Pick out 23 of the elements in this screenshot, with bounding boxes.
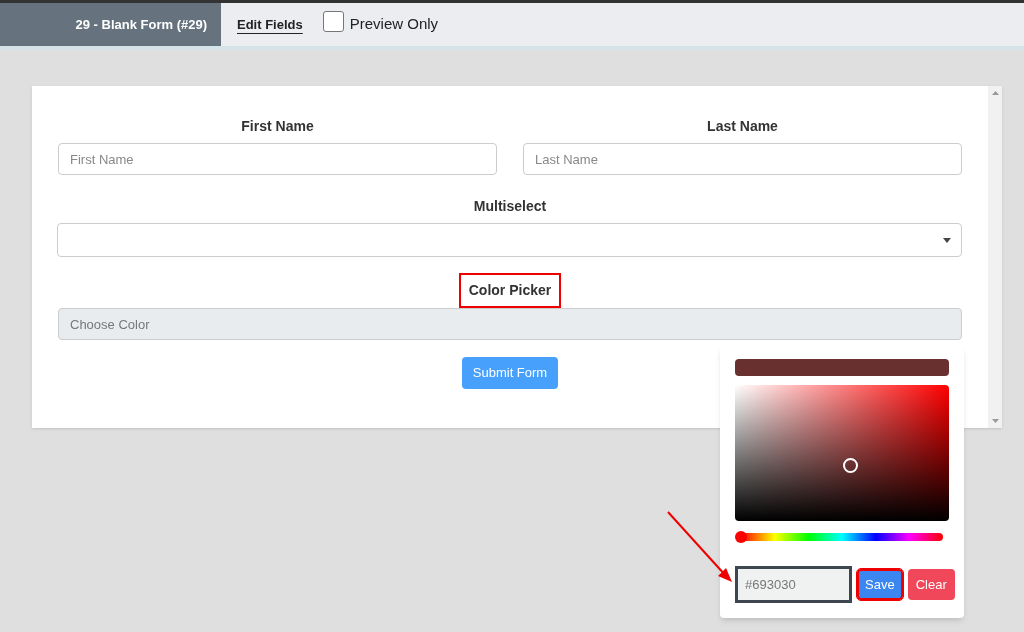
field-label: First Name [241, 117, 314, 134]
color-field[interactable]: Choose Color [58, 308, 962, 340]
field-label: Color Picker [458, 273, 562, 308]
field-label: Last Name [707, 117, 778, 134]
preview-label: Preview Only [349, 14, 439, 35]
preview-checkbox[interactable] [322, 11, 344, 32]
save-button[interactable]: Save [857, 569, 903, 600]
scroll-down-icon[interactable] [991, 419, 999, 423]
field-label: Multiselect [473, 197, 547, 214]
edit-fields-link[interactable]: Edit Fields [237, 14, 303, 35]
scrollbar[interactable] [988, 86, 1002, 428]
clear-button[interactable]: Clear [907, 569, 955, 600]
form-title: 29 - Blank Form (#29) [0, 3, 221, 46]
text-field[interactable]: First Name [58, 143, 497, 175]
hue-thumb[interactable] [735, 531, 747, 543]
multiselect-field[interactable] [57, 223, 962, 257]
text-field[interactable]: Last Name [523, 143, 962, 175]
hex-input-field[interactable]: #693030 [735, 566, 852, 603]
submit-button[interactable]: Submit Form [461, 357, 559, 389]
color-cursor[interactable] [843, 458, 858, 473]
scroll-up-icon[interactable] [991, 91, 999, 95]
saturation-panel[interactable] [735, 385, 949, 521]
caret-icon [943, 237, 951, 243]
